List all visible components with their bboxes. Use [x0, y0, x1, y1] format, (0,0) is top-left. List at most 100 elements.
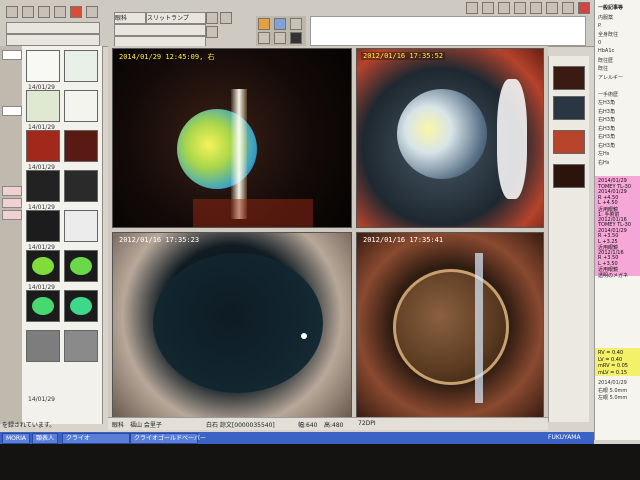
tool-group: [256, 16, 306, 46]
panel-line: 左H3角: [598, 100, 615, 106]
nav-icon[interactable]: [466, 2, 478, 14]
thumbnail[interactable]: [26, 210, 60, 242]
red-icon[interactable]: [70, 6, 82, 18]
id-field[interactable]: [2, 50, 22, 60]
gear-icon[interactable]: [54, 6, 66, 18]
paste-icon[interactable]: [206, 26, 218, 38]
panel-line: 全身既往: [598, 32, 619, 38]
eye-image-2[interactable]: 2012/01/16 17:35:52: [356, 48, 544, 228]
thumbnail[interactable]: [26, 130, 60, 162]
dropdown-dept[interactable]: 眼科: [114, 12, 146, 24]
copy-icon[interactable]: [220, 12, 232, 24]
dropdown-exam[interactable]: スリットランプ: [146, 12, 206, 24]
status-field: 白石 諒文[0000035540]: [206, 422, 275, 429]
rotate-icon[interactable]: [274, 32, 286, 44]
strip-thumbnail[interactable]: [553, 96, 585, 120]
crop-icon[interactable]: [290, 32, 302, 44]
list-icon[interactable]: [38, 6, 50, 18]
strip-thumbnail[interactable]: [553, 66, 585, 90]
thumbnail[interactable]: [64, 290, 98, 322]
thumbnail-panel: 14/01/29 14/01/29 14/01/29 14/01/29 14/0…: [22, 46, 103, 424]
panel-line: 透明のメガネ: [598, 272, 629, 279]
folder-icon[interactable]: [86, 6, 98, 18]
panel-title: 一般記事等: [598, 5, 624, 11]
image-timestamp: 2012/01/16 17:35:23: [119, 236, 200, 244]
panel-line: 一手術歴: [598, 91, 619, 98]
filter-input[interactable]: [6, 34, 100, 46]
panel-line: 左眼 5.0mm: [598, 395, 628, 401]
minimize-icon[interactable]: [546, 2, 558, 14]
refraction-box: 2014/01/29 TOMEY TL-30 2014/01/29 R +4.50 L …: [595, 176, 640, 279]
thumbnail[interactable]: [64, 90, 98, 122]
status-height: 高:480: [324, 422, 344, 429]
film-strip: [548, 56, 589, 422]
strip-thumbnail[interactable]: [553, 130, 585, 154]
text-input[interactable]: [114, 24, 206, 36]
thumbnail[interactable]: [26, 250, 60, 282]
thumbnail[interactable]: [64, 330, 98, 362]
status-dpi: 72DPI: [358, 420, 376, 427]
panel-line: 既往: [598, 66, 609, 72]
info-panel: 一般記事等 内服薬 P. 全身既往 0 HbA1c 既往歴 既往 アレルギー 一手術歴 左H3角右…: [594, 0, 640, 440]
panel-line: 左Hs: [598, 151, 610, 157]
panel-line: 既往歴: [598, 57, 614, 64]
taskbar-item[interactable]: 顕表人: [32, 433, 59, 444]
panel-line: RV = 0.40: [598, 350, 624, 356]
id-field-4[interactable]: [2, 198, 22, 208]
id-field-2[interactable]: [2, 106, 22, 116]
nav-icon-3[interactable]: [498, 2, 510, 14]
thumbnail-date: 14/01/29: [28, 396, 55, 403]
nav-icon-5[interactable]: [530, 2, 542, 14]
panel-line: 右H3角: [598, 134, 615, 140]
thumbnail[interactable]: [64, 250, 98, 282]
nav-icon-2[interactable]: [482, 2, 494, 14]
maximize-icon[interactable]: [562, 2, 574, 14]
close-icon[interactable]: [578, 2, 590, 14]
panel-line: 右眼 5.0mm: [598, 388, 628, 394]
taskbar-item[interactable]: クライオ: [62, 433, 130, 444]
thumbnail[interactable]: [64, 170, 98, 202]
panel-line: 右H3角: [598, 108, 615, 115]
thumbnail[interactable]: [26, 170, 60, 202]
panel-line: 右Hs: [598, 159, 610, 166]
status-dept: 眼科: [112, 422, 125, 429]
thumbnail[interactable]: [64, 210, 98, 242]
panel-line: 内服薬: [598, 15, 614, 21]
panel-line: mRV = 0.05: [598, 363, 628, 369]
zoom-icon[interactable]: [258, 32, 270, 44]
taskbar: MORIA 顕表人 クライオ クライオゴールドベーパー FUKUYAMA: [0, 432, 594, 444]
panel-line: HbA1c: [598, 48, 615, 54]
taskbar-item[interactable]: MORIA: [2, 433, 30, 444]
thumbnail[interactable]: [26, 330, 60, 362]
status-bar: を録されています。 眼科 福山 会里子 白石 諒文[0000035540] 幅:…: [2, 417, 548, 430]
image-timestamp: 2012/01/16 17:35:41: [363, 236, 444, 244]
search-input[interactable]: [6, 22, 100, 34]
top-toolbar: 眼科 スリットランプ: [0, 0, 640, 48]
id-field-3[interactable]: [2, 186, 22, 196]
app-icon[interactable]: [6, 6, 18, 18]
thumbnail[interactable]: [26, 90, 60, 122]
panel-line: 右H3角: [598, 117, 615, 123]
print-icon[interactable]: [290, 18, 302, 30]
panel-line: P.: [598, 22, 602, 29]
palette-icon[interactable]: [258, 18, 270, 30]
grid-icon[interactable]: [22, 6, 34, 18]
image-icon[interactable]: [274, 18, 286, 30]
eye-image-1[interactable]: 2014/01/29 12:45:09, 右: [112, 48, 352, 228]
nav-icon-4[interactable]: [514, 2, 526, 14]
strip-thumbnail[interactable]: [553, 164, 585, 188]
id-field-5[interactable]: [2, 210, 22, 220]
panel-line: LV = 0.40: [598, 356, 623, 363]
eye-image-3[interactable]: 2012/01/16 17:35:23: [112, 232, 352, 418]
panel-line: 2014/01/29: [598, 380, 627, 386]
dropdown-exam-label: スリットランプ: [147, 15, 189, 22]
status-message: を録されています。: [2, 422, 56, 429]
arrow-icon[interactable]: [206, 12, 218, 24]
dropdown-dept-label: 眼科: [115, 15, 128, 22]
thumbnail[interactable]: [64, 130, 98, 162]
taskbar-item[interactable]: クライオゴールドベーパー: [130, 433, 206, 444]
thumbnail[interactable]: [26, 50, 60, 82]
thumbnail[interactable]: [64, 50, 98, 82]
eye-image-4[interactable]: 2012/01/16 17:35:41: [356, 232, 544, 418]
thumbnail[interactable]: [26, 290, 60, 322]
